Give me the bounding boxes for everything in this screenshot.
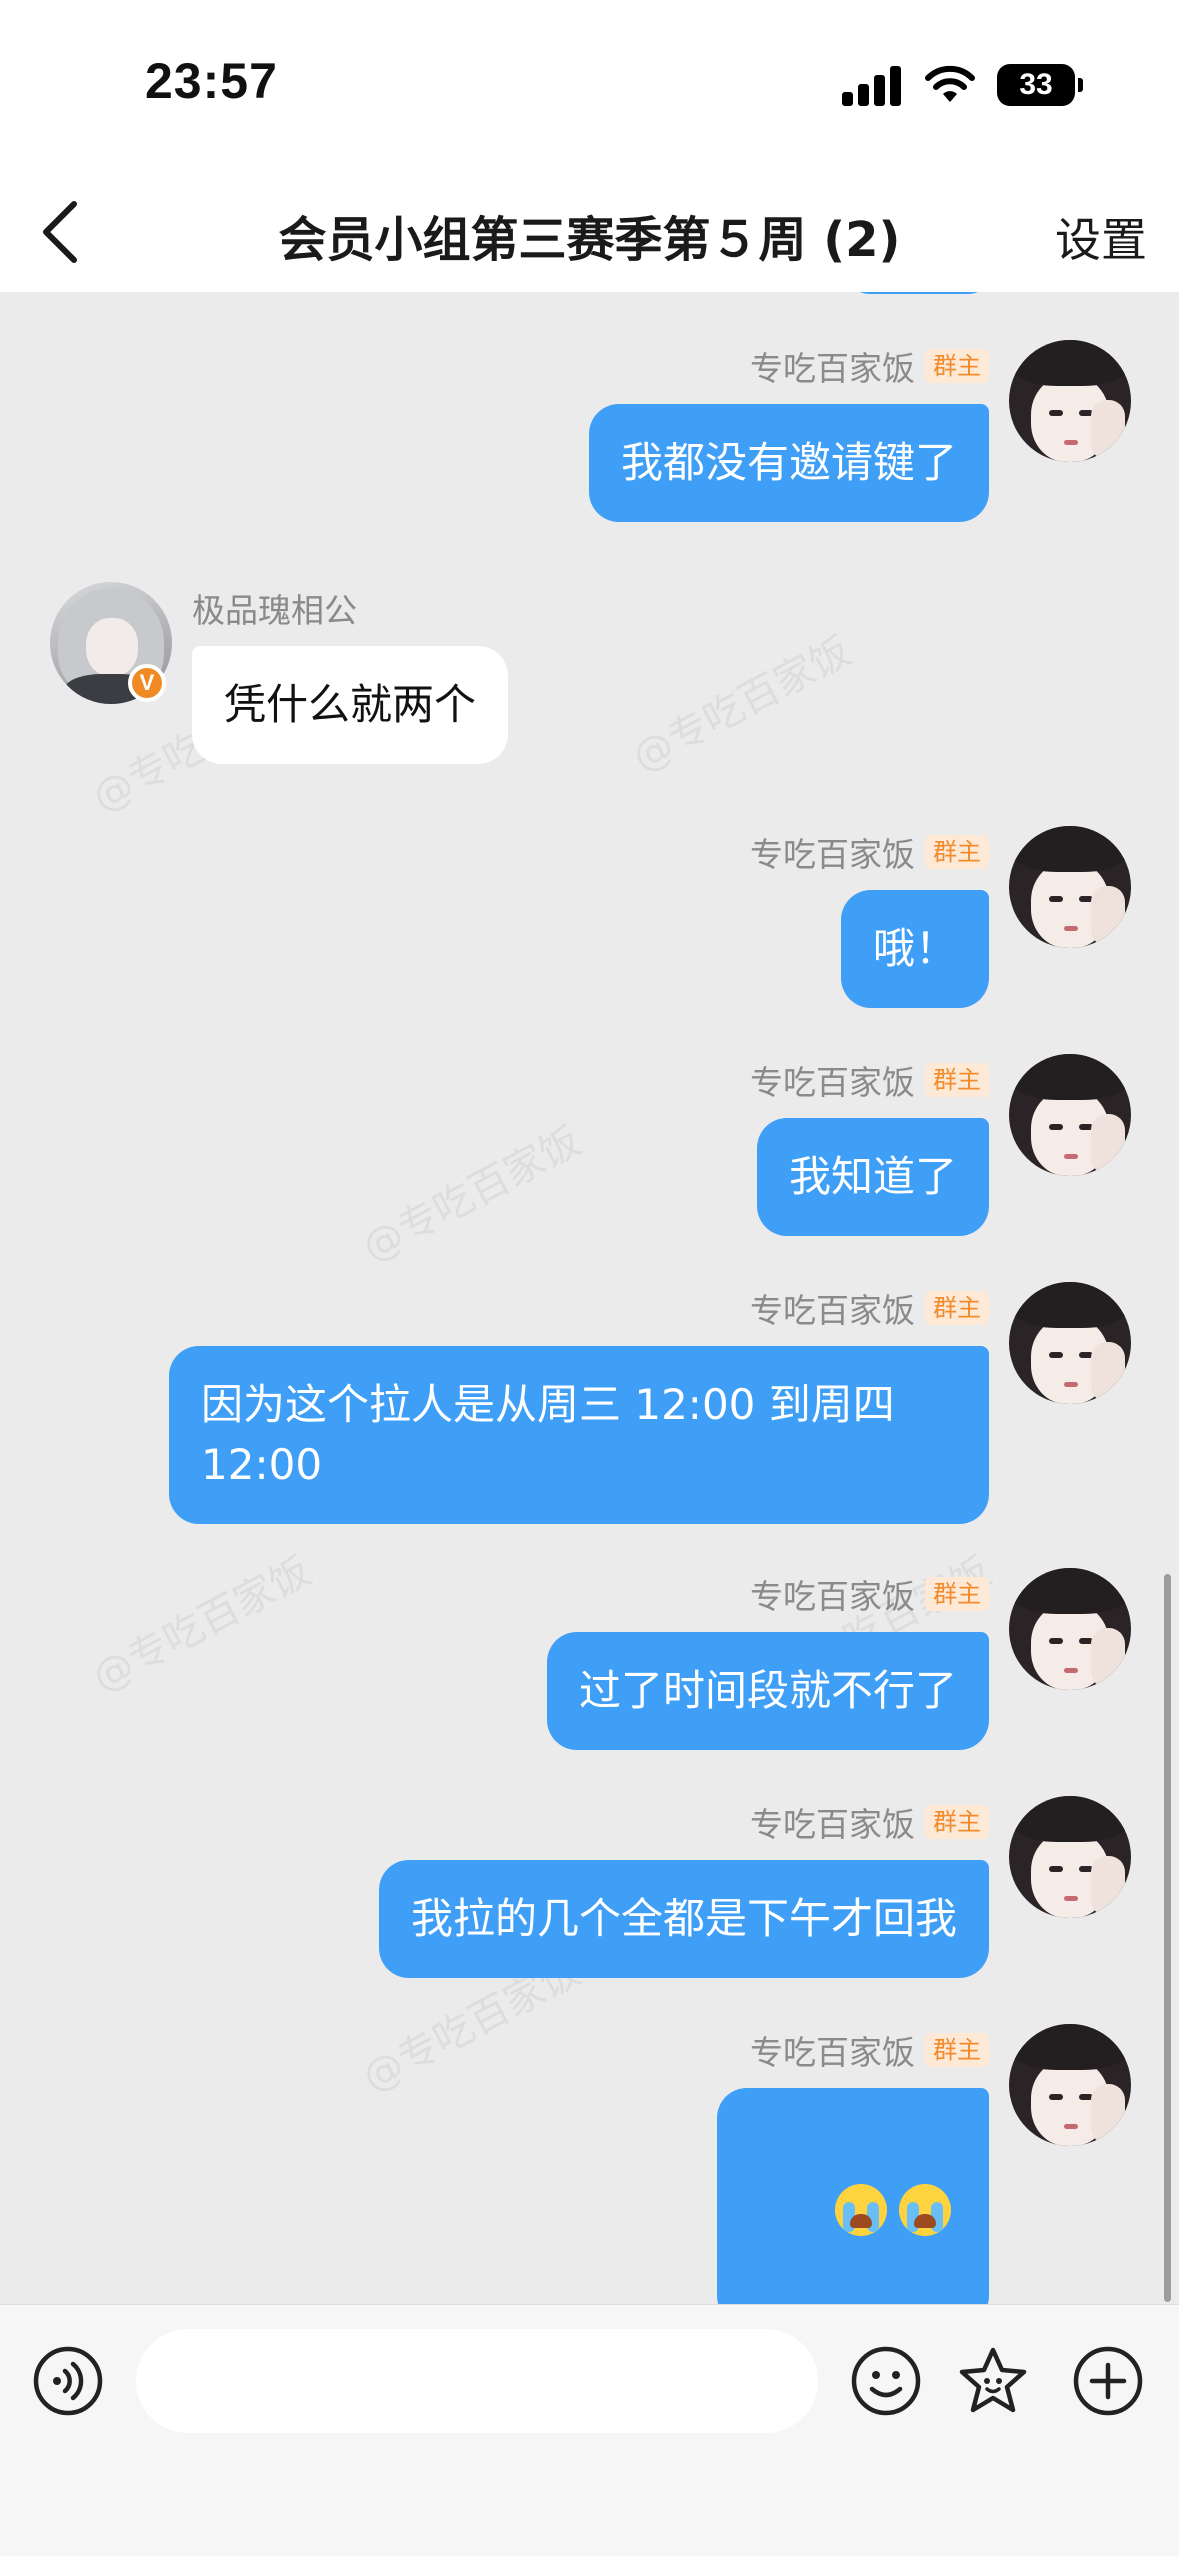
previous-message-bubble <box>849 292 989 294</box>
message-row: 专吃百家饭 群主 因为这个拉人是从周三 12:00 到周四 12:00 <box>0 1282 1179 1524</box>
nav-bar: 会员小组第三赛季第５周 (2) 设置 <box>0 170 1179 292</box>
message-bubble[interactable] <box>716 2088 989 2304</box>
avatar[interactable] <box>1009 826 1131 948</box>
sender-info: 专吃百家饭 群主 <box>750 2032 989 2072</box>
settings-button[interactable]: 设置 <box>1055 204 1147 270</box>
voice-icon <box>33 2346 103 2416</box>
sender-name: 专吃百家饭 <box>750 1291 915 1330</box>
message-bubble[interactable]: 因为这个拉人是从周三 12:00 到周四 12:00 <box>169 1346 989 1524</box>
scrollbar[interactable] <box>1164 1574 1171 2302</box>
message-row: V 极品瑰相公 凭什么就两个 <box>0 582 1179 782</box>
back-button[interactable] <box>22 192 102 272</box>
message-bubble[interactable]: 我都没有邀请键了 <box>588 404 989 522</box>
message-row: 专吃百家饭 群主 <box>0 2024 1179 2304</box>
loudly-crying-emoji <box>835 2183 887 2236</box>
sender-info: 专吃百家饭 群主 <box>750 834 989 874</box>
wifi-icon <box>925 65 975 102</box>
message-input[interactable] <box>136 2329 818 2433</box>
group-owner-badge: 群主 <box>925 2033 989 2067</box>
group-owner-badge: 群主 <box>925 1291 989 1325</box>
sticker-button[interactable] <box>957 2345 1029 2417</box>
plus-button[interactable] <box>1072 2345 1144 2417</box>
sender-name: 专吃百家饭 <box>750 1805 915 1844</box>
status-bar: 23:57 33 <box>0 0 1179 170</box>
avatar[interactable] <box>1009 1282 1131 1404</box>
sender-info: 专吃百家饭 群主 <box>750 348 989 388</box>
sender-info: 专吃百家饭 群主 <box>750 1576 989 1616</box>
chat-title: 会员小组第三赛季第５周 (2) <box>278 212 901 268</box>
avatar[interactable] <box>1009 2024 1131 2146</box>
battery-indicator: 33 <box>997 64 1083 106</box>
sender-name: 专吃百家饭 <box>750 1577 915 1616</box>
group-owner-badge: 群主 <box>925 1805 989 1839</box>
smiley-icon <box>851 2346 921 2416</box>
cellular-signal-icon <box>842 62 906 106</box>
group-owner-badge: 群主 <box>925 835 989 869</box>
avatar[interactable] <box>1009 340 1131 462</box>
sender-name: 专吃百家饭 <box>750 1063 915 1102</box>
emoji-button[interactable] <box>850 2345 922 2417</box>
star-sticker-icon <box>959 2347 1027 2413</box>
group-owner-badge: 群主 <box>925 1577 989 1611</box>
message-bubble[interactable]: 我知道了 <box>756 1118 989 1236</box>
message-row: 专吃百家饭 群主 我知道了 <box>0 1054 1179 1236</box>
sender-info: 专吃百家饭 群主 <box>750 1290 989 1330</box>
status-time: 23:57 <box>145 53 278 109</box>
sender-name: 专吃百家饭 <box>750 2033 915 2072</box>
message-bubble[interactable]: 我拉的几个全都是下午才回我 <box>378 1860 989 1978</box>
group-owner-badge: 群主 <box>925 1063 989 1097</box>
message-row: 专吃百家饭 群主 过了时间段就不行了 <box>0 1568 1179 1750</box>
message-bubble[interactable]: 哦！ <box>840 890 989 1008</box>
sender-info: 极品瑰相公 <box>192 590 357 630</box>
group-owner-badge: 群主 <box>925 349 989 383</box>
sender-info: 专吃百家饭 群主 <box>750 1062 989 1102</box>
loudly-crying-emoji <box>899 2183 951 2236</box>
message-row: 专吃百家饭 群主 我拉的几个全都是下午才回我 <box>0 1796 1179 1978</box>
avatar[interactable] <box>1009 1054 1131 1176</box>
sender-name: 极品瑰相公 <box>192 591 357 630</box>
message-row: 专吃百家饭 群主 哦！ <box>0 826 1179 1008</box>
message-bubble[interactable]: 凭什么就两个 <box>192 646 509 764</box>
avatar[interactable] <box>1009 1796 1131 1918</box>
chat-message-list[interactable]: @专吃百家饭 @专吃百家饭 @专吃百家饭 @专吃百家饭 @专吃百家饭 @专吃百家… <box>0 292 1179 2304</box>
avatar[interactable] <box>1009 1568 1131 1690</box>
input-bar <box>0 2304 1179 2556</box>
vip-v-icon: V <box>128 664 166 702</box>
message-bubble[interactable]: 过了时间段就不行了 <box>546 1632 989 1750</box>
voice-button[interactable] <box>32 2345 104 2417</box>
plus-circle-icon <box>1073 2346 1143 2416</box>
sender-name: 专吃百家饭 <box>750 835 915 874</box>
chevron-left-icon <box>43 201 77 263</box>
message-row: 专吃百家饭 群主 我都没有邀请键了 <box>0 340 1179 522</box>
sender-name: 专吃百家饭 <box>750 349 915 388</box>
sender-info: 专吃百家饭 群主 <box>750 1804 989 1844</box>
